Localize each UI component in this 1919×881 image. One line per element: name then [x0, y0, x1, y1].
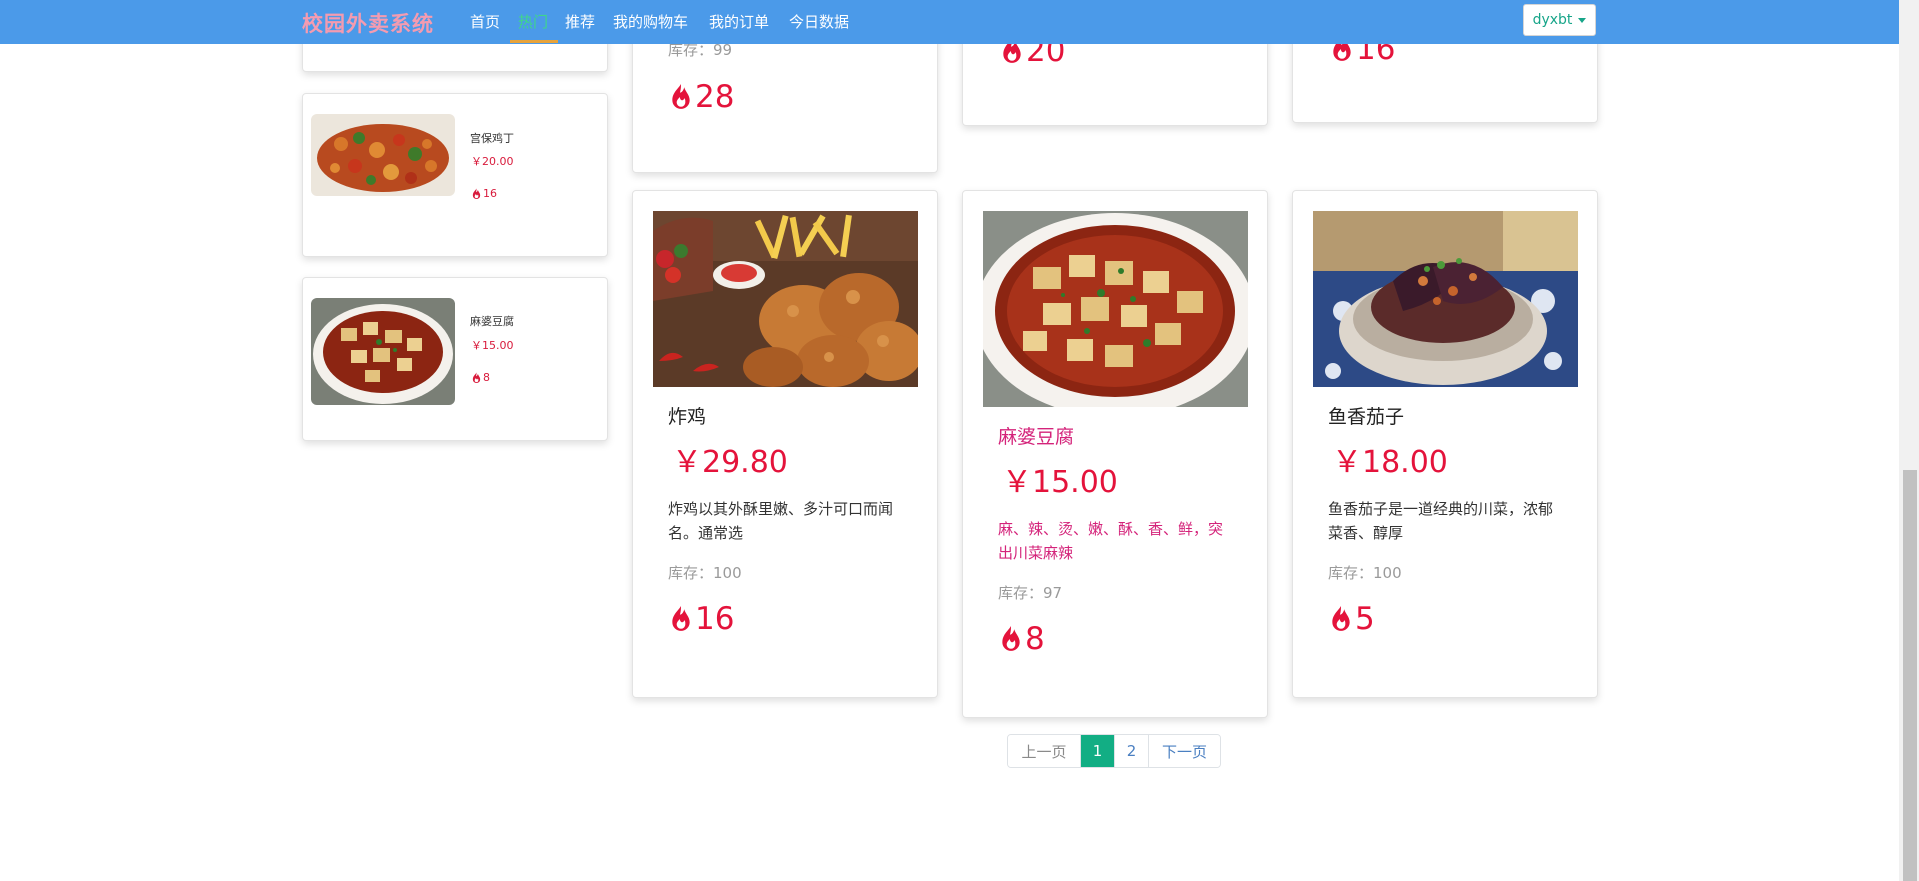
dish-description: 麻、辣、烫、嫩、酥、香、鲜，突出川菜麻辣: [998, 520, 1224, 562]
user-dropdown[interactable]: dyxbt: [1523, 4, 1596, 36]
caret-down-icon: [1578, 17, 1587, 23]
dish-hot-count: 5: [1355, 601, 1375, 637]
dish-hot-count: 8: [1025, 621, 1045, 657]
user-name: dyxbt: [1532, 12, 1573, 28]
dish-hot-count: 28: [695, 79, 735, 115]
dish-stock: 库存：97: [998, 584, 1063, 602]
sidebar-card-item[interactable]: 麻婆豆腐 ￥15.00 8: [302, 277, 608, 441]
sidebar-item-hot-count: 16: [483, 187, 497, 200]
dish-image[interactable]: [983, 211, 1248, 407]
dish-price: ￥29.80: [672, 445, 788, 480]
nav-link-cart[interactable]: 我的购物车: [613, 11, 688, 32]
fire-icon: [672, 606, 690, 631]
pagination-page-1[interactable]: 1: [1080, 735, 1114, 767]
brand-title[interactable]: 校园外卖系统: [302, 8, 434, 38]
dish-hot: 8: [998, 621, 1045, 657]
dish-stock: 库存：100: [668, 564, 742, 582]
fire-icon: [472, 188, 481, 199]
dish-hot: 28: [668, 79, 734, 115]
page: 校园外卖系统 首页 热门 推荐 我的购物车 我的订单 今日数据 dyxbt 宫保…: [0, 0, 1919, 881]
nav-link-recommend[interactable]: 推荐: [565, 11, 595, 32]
dish-price: ￥18.00: [1332, 445, 1448, 480]
dish-name[interactable]: 鱼香茄子: [1328, 402, 1404, 429]
nav-link-hot[interactable]: 热门: [518, 11, 548, 32]
sidebar-item-price: ￥15.00: [471, 339, 514, 352]
dish-thumbnail[interactable]: [311, 298, 455, 405]
dish-name[interactable]: 炸鸡: [668, 402, 706, 429]
nav-link-today-stats[interactable]: 今日数据: [789, 11, 849, 32]
dish-thumbnail[interactable]: [311, 114, 455, 196]
fire-icon: [472, 372, 481, 383]
sidebar-item-name[interactable]: 宫保鸡丁: [470, 130, 514, 146]
pagination: 上一页 1 2 下一页: [1007, 734, 1221, 768]
dish-hot: 16: [668, 601, 734, 637]
nav-active-indicator: [510, 40, 558, 43]
dish-image[interactable]: [1313, 211, 1578, 387]
sidebar-item-hot-count: 8: [483, 371, 490, 384]
sidebar-item-hot: 16: [471, 187, 497, 200]
dish-card[interactable]: 鱼香茄子 ￥18.00 鱼香茄子是一道经典的川菜，浓郁菜香、醇厚 库存：100 …: [1292, 190, 1598, 698]
dish-image[interactable]: [653, 211, 918, 387]
fire-icon: [672, 84, 690, 109]
nav-link-orders[interactable]: 我的订单: [709, 11, 769, 32]
dish-card[interactable]: 炸鸡 ￥29.80 炸鸡以其外酥里嫩、多汁可口而闻名。通常选 库存：100 16: [632, 190, 938, 698]
dish-description: 炸鸡以其外酥里嫩、多汁可口而闻名。通常选: [668, 500, 894, 542]
dish-description: 鱼香茄子是一道经典的川菜，浓郁菜香、醇厚: [1328, 500, 1554, 542]
sidebar-item-price: ￥20.00: [471, 155, 514, 168]
dish-price: ￥15.00: [1002, 465, 1118, 500]
sidebar-card-item[interactable]: 宫保鸡丁 ￥20.00 16: [302, 93, 608, 257]
pagination-prev-button[interactable]: 上一页: [1008, 735, 1080, 767]
fire-icon: [1332, 606, 1350, 631]
pagination-next-button[interactable]: 下一页: [1148, 735, 1220, 767]
fire-icon: [1002, 626, 1020, 651]
dish-stock: 库存：100: [1328, 564, 1402, 582]
nav-link-home[interactable]: 首页: [470, 11, 500, 32]
dish-hot: 5: [1328, 601, 1375, 637]
scrollbar-thumb[interactable]: [1903, 470, 1917, 881]
dish-name[interactable]: 麻婆豆腐: [998, 422, 1074, 449]
dish-hot-count: 16: [695, 601, 735, 637]
sidebar-item-hot: 8: [471, 371, 490, 384]
dish-card[interactable]: 麻婆豆腐 ￥15.00 麻、辣、烫、嫩、酥、香、鲜，突出川菜麻辣 库存：97 8: [962, 190, 1268, 718]
top-navbar: 校园外卖系统 首页 热门 推荐 我的购物车 我的订单 今日数据 dyxbt: [0, 0, 1899, 44]
sidebar-item-name[interactable]: 麻婆豆腐: [470, 313, 514, 329]
pagination-page-2[interactable]: 2: [1114, 735, 1148, 767]
